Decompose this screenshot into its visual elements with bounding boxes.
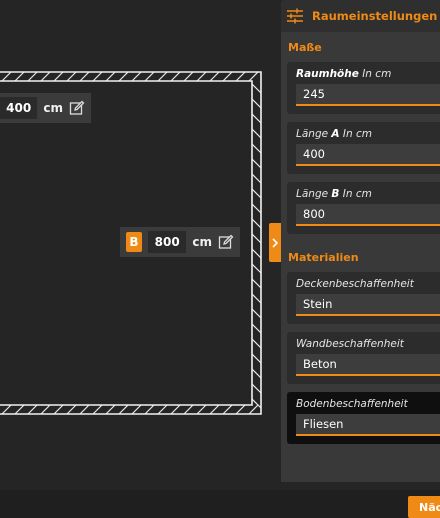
edit-icon[interactable] xyxy=(69,100,85,116)
room-height-input[interactable]: 245 xyxy=(296,84,440,106)
wall-material-label: Wandbeschaffenheit xyxy=(296,338,404,350)
dimension-a-label: 400 cm xyxy=(0,93,91,123)
length-a-input[interactable]: 400 xyxy=(296,144,440,166)
room-canvas[interactable]: 400 cm B 800 cm xyxy=(0,0,280,490)
chevron-right-icon xyxy=(272,237,279,248)
section-title-materials: Materialien xyxy=(288,251,359,264)
dimension-b-value[interactable]: 800 xyxy=(148,231,187,253)
room-height-field: Raumhöhe In cm 245 xyxy=(287,62,440,114)
room-height-label: Raumhöhe In cm xyxy=(296,68,392,80)
panel-title: Raumeinstellungen xyxy=(312,9,438,23)
dimension-b-label: B 800 cm xyxy=(120,227,240,257)
footer-bar xyxy=(0,490,440,518)
floor-material-field: Bodenbeschaffenheit Fliesen xyxy=(287,392,440,444)
wall-material-select[interactable]: Beton xyxy=(296,354,440,376)
floor-material-select[interactable]: Fliesen xyxy=(296,414,440,436)
dimension-a-value[interactable]: 400 xyxy=(0,97,38,119)
room-settings-panel: Raumeinstellungen Maße Raumhöhe In cm 24… xyxy=(281,0,440,482)
sliders-icon xyxy=(287,8,303,24)
dimension-a-unit: cm xyxy=(43,101,63,115)
length-a-field: Länge A In cm 400 xyxy=(287,122,440,174)
edit-icon[interactable] xyxy=(218,234,234,250)
ceiling-material-label: Deckenbeschaffenheit xyxy=(296,278,414,290)
dimension-b-letter: B xyxy=(126,232,142,252)
length-b-field: Länge B In cm 800 xyxy=(287,182,440,234)
ceiling-material-field: Deckenbeschaffenheit Stein xyxy=(287,272,440,324)
wall-material-field: Wandbeschaffenheit Beton xyxy=(287,332,440,384)
ceiling-material-select[interactable]: Stein xyxy=(296,294,440,316)
dimension-b-unit: cm xyxy=(192,235,212,249)
floor-material-label: Bodenbeschaffenheit xyxy=(296,398,408,410)
section-title-dimensions: Maße xyxy=(288,41,322,54)
panel-collapse-button[interactable] xyxy=(269,223,281,262)
length-b-label: Länge B In cm xyxy=(296,188,372,200)
length-b-input[interactable]: 800 xyxy=(296,204,440,226)
next-button[interactable]: Näc xyxy=(408,496,440,518)
panel-header: Raumeinstellungen xyxy=(281,0,440,32)
length-a-label: Länge A In cm xyxy=(296,128,372,140)
